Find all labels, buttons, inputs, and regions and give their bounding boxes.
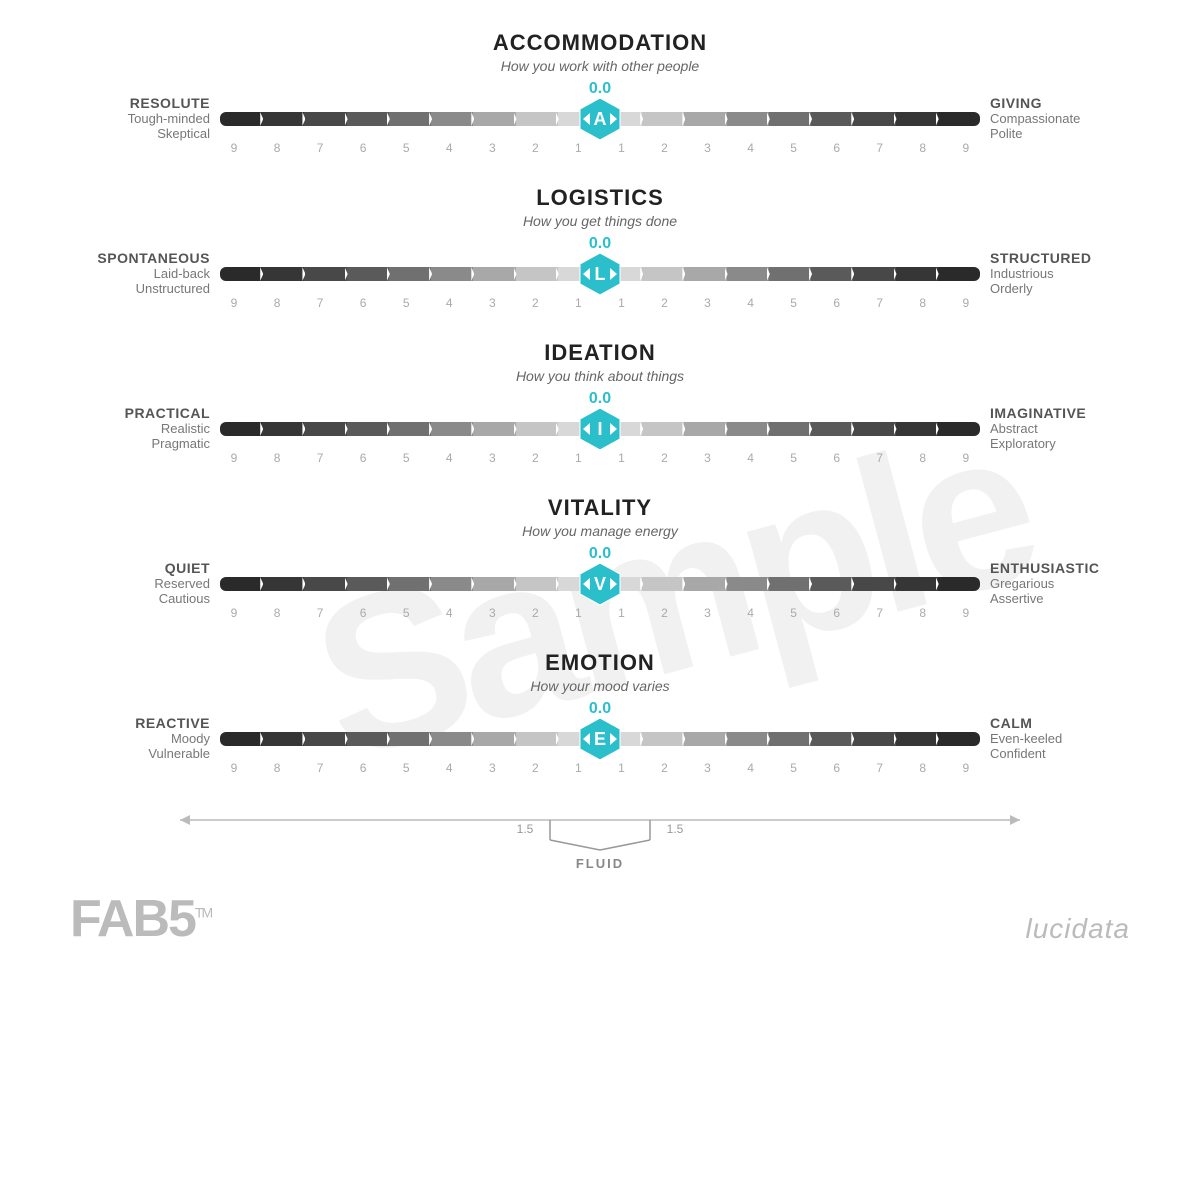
emotion-right-labels: CALM Even-keeled Confident — [980, 715, 1140, 761]
emotion-title: EMOTION — [60, 650, 1140, 676]
ideation-track: I — [220, 410, 980, 448]
emotion-right-pole: CALM — [990, 715, 1140, 731]
vitality-track: V — [220, 565, 980, 603]
logistics-left-labels: SPONTANEOUS Laid-back Unstructured — [60, 250, 220, 296]
vitality-left-labels: QUIET Reserved Cautious — [60, 560, 220, 606]
accommodation-scale-row: RESOLUTE Tough-minded Skeptical 0.0 A 98… — [60, 80, 1140, 155]
accommodation-left-trait1: Tough-minded — [60, 111, 210, 126]
logistics-right-trait1: Industrious — [990, 266, 1140, 281]
ideation-left-labels: PRACTICAL Realistic Pragmatic — [60, 405, 220, 451]
svg-text:I: I — [597, 419, 602, 439]
page-container: ACCOMMODATION How you work with other pe… — [0, 0, 1200, 975]
ideation-left-trait1: Realistic — [60, 421, 210, 436]
ideation-header: IDEATION How you think about things — [60, 340, 1140, 384]
ideation-scale-row: PRACTICAL Realistic Pragmatic 0.0 I 9876… — [60, 390, 1140, 465]
vitality-left-pole: QUIET — [60, 560, 210, 576]
logistics-left-trait1: Laid-back — [60, 266, 210, 281]
dimensions-container: ACCOMMODATION How you work with other pe… — [60, 30, 1140, 775]
ideation-right-labels: IMAGINATIVE Abstract Exploratory — [980, 405, 1140, 451]
ideation-left-pole: PRACTICAL — [60, 405, 210, 421]
accommodation-right-trait1: Compassionate — [990, 111, 1140, 126]
emotion-left-trait2: Vulnerable — [60, 746, 210, 761]
ideation-right-trait2: Exploratory — [990, 436, 1140, 451]
emotion-left-trait1: Moody — [60, 731, 210, 746]
logistics-hex-marker: L — [577, 251, 623, 297]
vitality-left-trait2: Cautious — [60, 591, 210, 606]
fluid-arrow-svg: 1.5 1.5 — [160, 805, 1040, 855]
fluid-label: FLUID — [576, 855, 624, 873]
accommodation-right-trait2: Polite — [990, 126, 1140, 141]
ideation-subtitle: How you think about things — [60, 368, 1140, 384]
vitality-right-labels: ENTHUSIASTIC Gregarious Assertive — [980, 560, 1140, 606]
logistics-right-trait2: Orderly — [990, 281, 1140, 296]
accommodation-left-labels: RESOLUTE Tough-minded Skeptical — [60, 95, 220, 141]
emotion-track: E — [220, 720, 980, 758]
accommodation-right-labels: GIVING Compassionate Polite — [980, 95, 1140, 141]
ideation-right-trait1: Abstract — [990, 421, 1140, 436]
vitality-header: VITALITY How you manage energy — [60, 495, 1140, 539]
logistics-right-pole: STRUCTURED — [990, 250, 1140, 266]
logistics-scale-container: 0.0 L 987654321123456789 — [220, 235, 980, 310]
logistics-title: LOGISTICS — [60, 185, 1140, 211]
ideation-left-trait2: Pragmatic — [60, 436, 210, 451]
accommodation-track: A — [220, 100, 980, 138]
fluid-section: 1.5 1.5 FLUID — [60, 805, 1140, 873]
ideation-scale-container: 0.0 I 987654321123456789 — [220, 390, 980, 465]
emotion-right-trait1: Even-keeled — [990, 731, 1140, 746]
svg-text:L: L — [595, 264, 606, 284]
accommodation-hex-marker: A — [577, 96, 623, 142]
emotion-scale-row: REACTIVE Moody Vulnerable 0.0 E 98765432… — [60, 700, 1140, 775]
accommodation-left-trait2: Skeptical — [60, 126, 210, 141]
emotion-left-pole: REACTIVE — [60, 715, 210, 731]
ideation-hex-marker: I — [577, 406, 623, 452]
vitality-right-trait1: Gregarious — [990, 576, 1140, 591]
svg-text:1.5: 1.5 — [667, 822, 684, 836]
accommodation-title: ACCOMMODATION — [60, 30, 1140, 56]
logistics-scale-row: SPONTANEOUS Laid-back Unstructured 0.0 L… — [60, 235, 1140, 310]
branding-row: FAB5TM lucidata — [60, 893, 1140, 945]
vitality-left-trait1: Reserved — [60, 576, 210, 591]
emotion-scale-container: 0.0 E 987654321123456789 — [220, 700, 980, 775]
vitality-hex-marker: V — [577, 561, 623, 607]
dimension-accommodation: ACCOMMODATION How you work with other pe… — [60, 30, 1140, 155]
svg-text:E: E — [594, 729, 606, 749]
emotion-subtitle: How your mood varies — [60, 678, 1140, 694]
dimension-ideation: IDEATION How you think about things PRAC… — [60, 340, 1140, 465]
lucidata-logo: lucidata — [1025, 913, 1130, 945]
dimension-emotion: EMOTION How your mood varies REACTIVE Mo… — [60, 650, 1140, 775]
vitality-subtitle: How you manage energy — [60, 523, 1140, 539]
logistics-track: L — [220, 255, 980, 293]
svg-text:V: V — [594, 574, 606, 594]
logistics-left-pole: SPONTANEOUS — [60, 250, 210, 266]
ideation-right-pole: IMAGINATIVE — [990, 405, 1140, 421]
vitality-right-pole: ENTHUSIASTIC — [990, 560, 1140, 576]
ideation-title: IDEATION — [60, 340, 1140, 366]
vitality-scale-container: 0.0 V 987654321123456789 — [220, 545, 980, 620]
logistics-header: LOGISTICS How you get things done — [60, 185, 1140, 229]
fab5-logo: FAB5TM — [70, 893, 211, 945]
emotion-left-labels: REACTIVE Moody Vulnerable — [60, 715, 220, 761]
svg-text:A: A — [594, 109, 607, 129]
dimension-vitality: VITALITY How you manage energy QUIET Res… — [60, 495, 1140, 620]
accommodation-left-pole: RESOLUTE — [60, 95, 210, 111]
logistics-right-labels: STRUCTURED Industrious Orderly — [980, 250, 1140, 296]
accommodation-header: ACCOMMODATION How you work with other pe… — [60, 30, 1140, 74]
dimension-logistics: LOGISTICS How you get things done SPONTA… — [60, 185, 1140, 310]
accommodation-subtitle: How you work with other people — [60, 58, 1140, 74]
logistics-left-trait2: Unstructured — [60, 281, 210, 296]
logistics-subtitle: How you get things done — [60, 213, 1140, 229]
emotion-hex-marker: E — [577, 716, 623, 762]
emotion-header: EMOTION How your mood varies — [60, 650, 1140, 694]
svg-text:1.5: 1.5 — [517, 822, 534, 836]
vitality-scale-row: QUIET Reserved Cautious 0.0 V 9876543211… — [60, 545, 1140, 620]
vitality-title: VITALITY — [60, 495, 1140, 521]
emotion-right-trait2: Confident — [990, 746, 1140, 761]
accommodation-scale-container: 0.0 A 987654321123456789 — [220, 80, 980, 155]
accommodation-right-pole: GIVING — [990, 95, 1140, 111]
vitality-right-trait2: Assertive — [990, 591, 1140, 606]
